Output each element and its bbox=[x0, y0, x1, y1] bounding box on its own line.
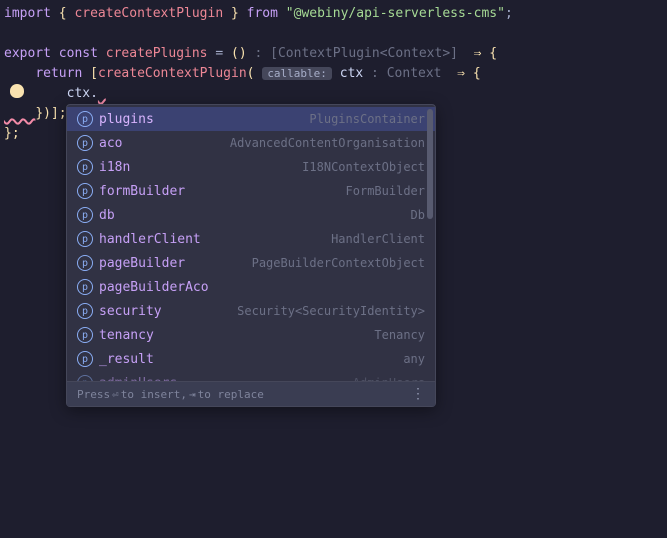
autocomplete-item-plugins[interactable]: p plugins PluginsContainer bbox=[67, 107, 435, 131]
scrollbar-thumb[interactable] bbox=[427, 109, 433, 219]
autocomplete-item-adminUsers[interactable]: p adminUsers AdminUsers bbox=[67, 371, 435, 381]
variable: ctx bbox=[67, 86, 90, 101]
brace-open: { bbox=[489, 46, 497, 61]
property-icon: p bbox=[77, 135, 93, 151]
autocomplete-label: pageBuilderAco bbox=[99, 280, 209, 295]
error-marker bbox=[98, 86, 106, 101]
hint-text: to replace bbox=[198, 388, 264, 401]
footer-hint-text: Press ⏎ to insert, ⇥ to replace bbox=[77, 388, 264, 401]
close-syntax: }; bbox=[4, 126, 20, 141]
string-literal: "@webiny/api-serverless-cms" bbox=[286, 6, 505, 21]
autocomplete-label: db bbox=[99, 208, 115, 223]
paren-open: ( bbox=[247, 66, 255, 81]
lightbulb-icon[interactable] bbox=[10, 84, 24, 98]
autocomplete-label: aco bbox=[99, 136, 122, 151]
error-underline bbox=[4, 106, 35, 121]
autocomplete-footer: Press ⏎ to insert, ⇥ to replace ⋮ bbox=[67, 381, 435, 406]
autocomplete-popup: ppluginsPluginsContainerpacoAdvancedCont… bbox=[66, 104, 436, 407]
hint-text: to insert, bbox=[121, 388, 187, 401]
type-hint: : [ContextPlugin<Context>] bbox=[247, 46, 466, 61]
code-line-1: import { createContextPlugin } from "@we… bbox=[0, 4, 667, 24]
identifier: createPlugins bbox=[106, 46, 208, 61]
autocomplete-label: adminUsers bbox=[99, 376, 177, 382]
autocomplete-type: FormBuilder bbox=[346, 184, 425, 198]
more-options-icon[interactable]: ⋮ bbox=[411, 386, 425, 402]
type-hint: : Context bbox=[363, 66, 449, 81]
keyword-export: export bbox=[4, 46, 51, 61]
code-line-4: return [createContextPlugin( callable: c… bbox=[0, 64, 667, 84]
identifier: createContextPlugin bbox=[74, 6, 223, 21]
property-icon: p bbox=[77, 255, 93, 271]
autocomplete-label: formBuilder bbox=[99, 184, 185, 199]
arrow: ⇒ bbox=[474, 46, 482, 61]
property-icon: p bbox=[77, 231, 93, 247]
autocomplete-label: _result bbox=[99, 352, 154, 367]
autocomplete-type: Security<SecurityIdentity> bbox=[237, 304, 425, 318]
autocomplete-label: security bbox=[99, 304, 162, 319]
autocomplete-item-aco[interactable]: paco AdvancedContentOrganisation bbox=[67, 131, 435, 155]
arrow: ⇒ bbox=[457, 66, 465, 81]
autocomplete-type: Db bbox=[411, 208, 425, 222]
property-icon: p bbox=[77, 375, 93, 381]
tab-key-icon: ⇥ bbox=[189, 388, 196, 401]
property-icon: p bbox=[77, 207, 93, 223]
autocomplete-item-tenancy[interactable]: p tenancy Tenancy bbox=[67, 323, 435, 347]
autocomplete-type: I18NContextObject bbox=[302, 160, 425, 174]
autocomplete-item-pageBuilder[interactable]: p pageBuilder PageBuilderContextObject bbox=[67, 251, 435, 275]
brace-open: { bbox=[473, 66, 481, 81]
property-icon: p bbox=[77, 159, 93, 175]
brace-close: } bbox=[231, 6, 239, 21]
autocomplete-type: AdminUsers bbox=[353, 376, 425, 381]
property-icon: p bbox=[77, 351, 93, 367]
equals: = bbox=[215, 46, 223, 61]
parameter-name: ctx bbox=[340, 66, 363, 81]
code-line-blank bbox=[0, 24, 667, 44]
enter-key-icon: ⏎ bbox=[112, 388, 119, 401]
bracket-open: [ bbox=[90, 66, 98, 81]
autocomplete-type: HandlerClient bbox=[331, 232, 425, 246]
hint-text: Press bbox=[77, 388, 110, 401]
property-icon: p bbox=[77, 183, 93, 199]
autocomplete-item-security[interactable]: p security Security<SecurityIdentity> bbox=[67, 299, 435, 323]
brace-open: { bbox=[59, 6, 67, 21]
paren-open: ( bbox=[231, 46, 239, 61]
autocomplete-label: tenancy bbox=[99, 328, 154, 343]
property-icon: p bbox=[77, 279, 93, 295]
autocomplete-item-handlerClient[interactable]: p handlerClient HandlerClient bbox=[67, 227, 435, 251]
property-icon: p bbox=[77, 111, 93, 127]
autocomplete-item-formBuilder[interactable]: p formBuilder FormBuilder bbox=[67, 179, 435, 203]
parameter-hint-pill: callable: bbox=[262, 67, 332, 80]
autocomplete-item-_result[interactable]: p _result any bbox=[67, 347, 435, 371]
autocomplete-list[interactable]: ppluginsPluginsContainerpacoAdvancedCont… bbox=[67, 105, 435, 381]
property-icon: p bbox=[77, 327, 93, 343]
code-line-5: ctx. bbox=[0, 84, 667, 104]
autocomplete-type: AdvancedContentOrganisation bbox=[230, 136, 425, 150]
autocomplete-label: plugins bbox=[99, 112, 154, 127]
autocomplete-label: i18n bbox=[99, 160, 130, 175]
identifier: createContextPlugin bbox=[98, 66, 247, 81]
property-icon: p bbox=[77, 303, 93, 319]
dot-operator: . bbox=[90, 86, 98, 101]
code-line-3: export const createPlugins = () : [Conte… bbox=[0, 44, 667, 64]
keyword-from: from bbox=[247, 6, 278, 21]
keyword-const: const bbox=[59, 46, 98, 61]
autocomplete-item-pageBuilderAco[interactable]: p pageBuilderAco bbox=[67, 275, 435, 299]
autocomplete-type: Tenancy bbox=[374, 328, 425, 342]
autocomplete-label: pageBuilder bbox=[99, 256, 185, 271]
autocomplete-type: PageBuilderContextObject bbox=[252, 256, 425, 270]
autocomplete-item-db[interactable]: pdb Db bbox=[67, 203, 435, 227]
autocomplete-item-i18n[interactable]: p i18n I18NContextObject bbox=[67, 155, 435, 179]
autocomplete-type: any bbox=[403, 352, 425, 366]
close-syntax: })]; bbox=[35, 106, 66, 121]
keyword-return: return bbox=[35, 66, 82, 81]
autocomplete-label: handlerClient bbox=[99, 232, 201, 247]
semicolon: ; bbox=[505, 6, 513, 21]
autocomplete-type: PluginsContainer bbox=[309, 112, 425, 126]
paren-close: ) bbox=[239, 46, 247, 61]
keyword-import: import bbox=[4, 6, 51, 21]
